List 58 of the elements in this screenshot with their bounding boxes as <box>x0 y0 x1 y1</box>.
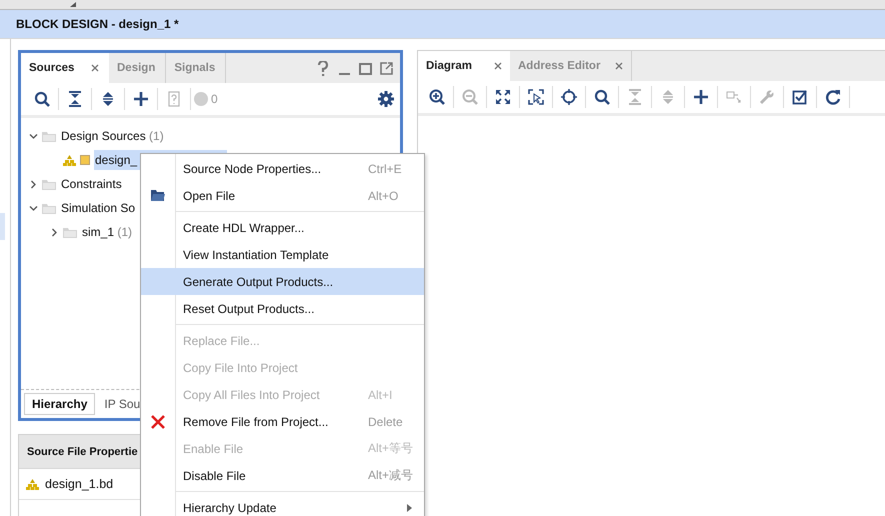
submenu-arrow-icon <box>407 504 412 512</box>
collapse-icon <box>67 91 83 107</box>
search-icon <box>34 91 50 107</box>
menu-item[interactable]: Generate Output Products... <box>141 268 424 295</box>
folder-icon <box>151 190 165 201</box>
resize-grip-icon <box>70 2 76 7</box>
close-icon[interactable] <box>494 62 502 70</box>
menu-item[interactable]: Disable File Alt+减号 <box>141 462 424 489</box>
hierarchy-icon <box>26 478 39 490</box>
panel-title: Source File Propertie <box>27 446 138 458</box>
connect-icon <box>726 89 742 105</box>
plus-icon <box>133 91 149 107</box>
tab[interactable]: Diagram <box>418 51 510 81</box>
float-icon[interactable] <box>379 60 394 76</box>
tree-item[interactable]: sim_1 (1) <box>81 222 134 242</box>
file-name: design_1.bd <box>45 477 114 491</box>
menu-item[interactable]: Source Node Properties... Ctrl+E <box>141 155 424 182</box>
menu-item[interactable]: Remove File from Project... Delete <box>141 408 424 435</box>
menu-item[interactable]: Open File Alt+O <box>141 182 424 209</box>
folder-icon <box>42 202 56 214</box>
window-title: BLOCK DESIGN - design_1 * <box>16 17 179 31</box>
folder-icon <box>63 226 77 238</box>
select-area-icon <box>528 89 544 105</box>
search-icon <box>594 89 610 105</box>
help-file-icon <box>166 91 182 107</box>
wrench-icon <box>759 89 775 105</box>
settings-icon[interactable] <box>378 91 394 107</box>
menu-item[interactable]: Reset Output Products... <box>141 295 424 322</box>
zoom-in-icon <box>429 89 445 105</box>
folder-icon <box>42 178 56 190</box>
expand-icon <box>100 91 116 107</box>
folder-icon <box>42 130 56 142</box>
tab[interactable]: Sources <box>21 53 109 83</box>
selection-marker <box>0 213 5 240</box>
status-count: 0 <box>211 92 218 106</box>
close-icon[interactable] <box>615 62 623 70</box>
expand-icon <box>660 89 676 105</box>
maximize-icon[interactable] <box>358 60 373 76</box>
tree-item[interactable]: Simulation So <box>60 198 136 218</box>
close-icon[interactable] <box>91 64 99 72</box>
tab[interactable]: Hierarchy <box>24 393 96 415</box>
plus-icon <box>693 89 709 105</box>
zoom-out-icon <box>462 89 478 105</box>
refresh-icon <box>825 89 841 105</box>
tree-item[interactable]: Design Sources (1) <box>60 126 165 146</box>
menu-item[interactable]: View Instantiation Template <box>141 241 424 268</box>
tree-item[interactable]: Constraints <box>60 174 123 194</box>
crosshair-icon <box>561 89 577 105</box>
collapse-icon <box>627 89 643 105</box>
delete-icon <box>151 414 165 428</box>
checkbox-icon <box>792 89 808 105</box>
hierarchy-icon <box>63 154 76 166</box>
menu-item[interactable]: Hierarchy Update <box>141 494 424 516</box>
block-icon <box>80 155 90 165</box>
help-icon[interactable] <box>316 60 331 76</box>
status-dot-icon <box>194 92 208 106</box>
menu-item[interactable]: Create HDL Wrapper... <box>141 214 424 241</box>
fit-to-window-icon <box>495 89 511 105</box>
